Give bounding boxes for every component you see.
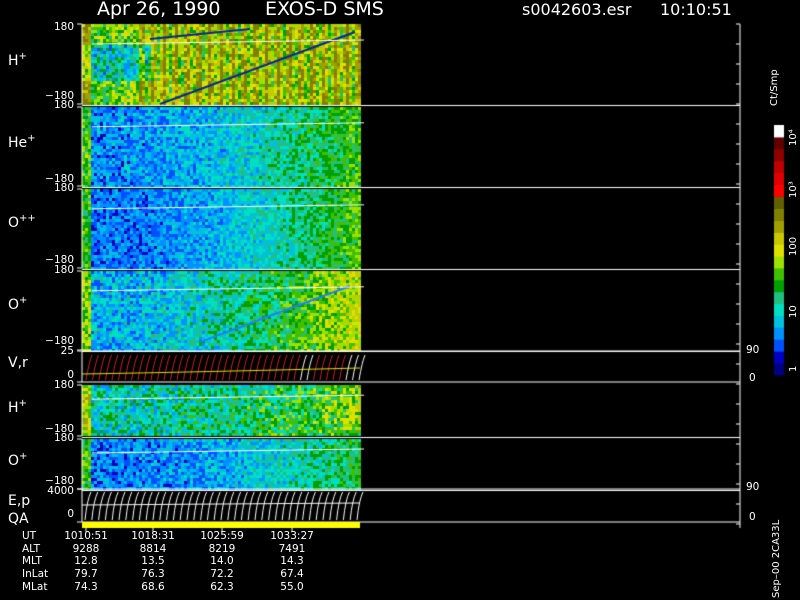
time-axis-value: 72.2 [210,568,234,581]
time-axis-value: 74.3 [74,580,98,593]
time-axis-value: 79.7 [74,568,98,581]
panel-label-vr: V,r [8,355,28,371]
time-axis-value: 14.3 [280,555,304,568]
colorbar-tick-100: 100 [788,236,799,256]
time-axis-value: 1010:51 [64,530,108,542]
time-axis-value: 8814 [139,542,167,555]
tick-left-p0-top: 180 [53,21,74,33]
spectrogram-canvas [0,0,800,600]
panel-label-h-plus-2: H+ [8,398,27,416]
tick-left-p3-top: 180 [53,264,74,276]
colorbar-tick-10: 10 [788,305,799,318]
panel-label-h-plus: H+ [8,51,27,69]
colorbar-unit: Ct/Smp [769,69,780,106]
tick-right-p4-bottom: 0 [749,372,756,384]
header-file: s0042603.esr [522,0,632,19]
panel-label-ep: E,p [8,493,31,509]
time-axis-value: 9288 [72,542,100,555]
time-axis-row-label: MLT [22,555,42,568]
panel-label-qa: QA [8,511,29,527]
time-axis-value: 13.5 [141,555,165,568]
header-instrument: EXOS-D SMS [265,0,384,20]
time-axis-value: 1025:59 [200,530,244,542]
panel-label-he-plus: He+ [8,133,36,151]
colorbar-tick-1e3: 10³ [788,181,799,198]
tick-left-p1-top: 180 [53,99,74,111]
time-axis-row-label: UT [22,530,37,542]
tick-right-p7-bottom: 0 [749,511,756,523]
colorbar-tick-1: 1 [788,365,799,372]
time-axis-value: 68.6 [141,580,165,593]
panel-label-o-plus: O+ [8,295,28,313]
time-axis-row-label: MLat [22,580,48,593]
time-axis-value: 8219 [208,542,236,555]
time-axis-value: 14.0 [210,555,234,568]
tick-left-p5-top: 180 [53,379,74,391]
header-date: Apr 26, 1990 [97,0,221,20]
panel-label-o-plus-2: O+ [8,451,28,469]
side-label: Sep–00 2CA33L [771,519,782,598]
time-axis-value: 12.8 [74,555,98,568]
tick-left-p4-top: 25 [60,345,74,357]
time-axis-value: 62.3 [210,580,234,593]
tick-left-p2-top: 180 [53,182,74,194]
panel-label-o-plus-plus: O++ [8,213,36,231]
tick-left-p6-top: 180 [53,432,74,444]
time-axis-row-label: ALT [22,542,41,555]
tick-right-p4-top: 90 [746,344,760,356]
time-axis-value: 1018:31 [131,530,175,542]
tick-right-p7-top: 90 [746,481,760,493]
time-axis-value: 55.0 [280,580,304,593]
time-axis-value: 67.4 [280,568,304,581]
colorbar-tick-1e4: 10⁴ [788,129,799,146]
time-axis-value: 7491 [278,542,306,555]
header-time: 10:10:51 [660,0,732,19]
time-axis-row-label: InLat [22,568,49,581]
tick-left-p7-bottom: 0 [67,508,74,520]
time-axis-value: 1033:27 [270,530,314,542]
tick-left-p7-top: 4000 [47,485,74,497]
time-axis-value: 76.3 [141,568,165,581]
